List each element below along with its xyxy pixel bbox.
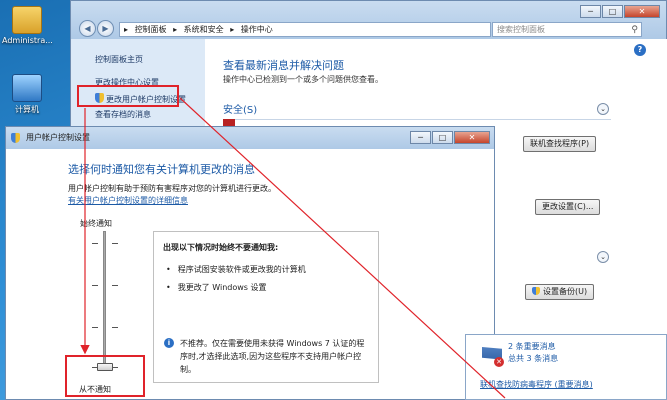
setup-backup-button[interactable]: 设置备份(U): [525, 284, 595, 300]
highlight-box: [77, 85, 179, 107]
total-message-count[interactable]: 总共 3 条消息: [508, 353, 558, 364]
close-button[interactable]: ✕: [454, 131, 490, 144]
slider-tick: [112, 243, 118, 244]
level-bullet: 程序试图安装软件或更改我的计算机: [166, 264, 306, 275]
section-security-header[interactable]: 安全(S): [223, 101, 611, 120]
find-program-online-button[interactable]: 联机查找程序(P): [523, 136, 597, 152]
caption-buttons: ─ □ ✕: [579, 5, 660, 18]
back-button[interactable]: ◀: [79, 20, 96, 37]
breadcrumb-arrow: ▸: [173, 25, 178, 34]
breadcrumb-arrow: ▸: [124, 25, 129, 34]
slider-tick: [92, 243, 98, 244]
level-bullet: 我更改了 Windows 设置: [166, 282, 267, 293]
search-input[interactable]: 搜索控制面板 ⚲: [492, 22, 642, 37]
desktop-icon-computer[interactable]: 计算机: [2, 74, 52, 115]
search-icon[interactable]: ⚲: [631, 24, 638, 37]
page-subtitle: 操作中心已检测到一个或多个问题供您查看。: [223, 75, 383, 84]
user-folder-icon: [12, 6, 42, 34]
highlight-box: [65, 355, 145, 397]
breadcrumb-arrow: ▸: [230, 25, 235, 34]
desktop-icon-label: 计算机: [15, 105, 39, 114]
forward-button[interactable]: ▶: [97, 20, 114, 37]
setup-backup-label: 设置备份(U): [543, 287, 588, 296]
title-bar: ─ □ ✕ ◀ ▶ ▸ 控制面板 ▸ 系统和安全 ▸ 操作中心 搜索控制面板 ⚲: [71, 1, 666, 39]
action-center-notification[interactable]: ✕ 2 条重要消息 总共 3 条消息 联机查找防病毒程序 (重要消息): [465, 334, 667, 400]
close-button[interactable]: ✕: [624, 5, 660, 18]
shield-icon: [532, 287, 540, 295]
desktop-icon-admin[interactable]: Administra...: [2, 6, 53, 45]
uac-settings-window: 用户帐户控制设置 ─ □ ✕ 选择何时通知您有关计算机更改的消息 用户帐户控制有…: [5, 126, 495, 400]
slider-label-always: 始终通知: [80, 219, 112, 228]
uac-heading: 选择何时通知您有关计算机更改的消息: [68, 163, 255, 176]
change-settings-button[interactable]: 更改设置(C)...: [535, 199, 601, 215]
maximize-button[interactable]: □: [432, 131, 453, 144]
sidebar-item-archived-messages[interactable]: 查看存档的消息: [95, 109, 151, 120]
search-placeholder: 搜索控制面板: [497, 25, 545, 34]
slider-tick: [112, 327, 118, 328]
breadcrumb-control-panel[interactable]: 控制面板: [135, 25, 167, 34]
page-title: 查看最新消息并解决问题: [223, 59, 344, 72]
chevron-down-icon[interactable]: ⌄: [597, 251, 609, 263]
info-icon: i: [164, 338, 174, 348]
uac-window-title: 用户帐户控制设置: [26, 133, 90, 142]
uac-details-link[interactable]: 有关用户帐户控制设置的详细信息: [68, 195, 188, 206]
minimize-button[interactable]: ─: [410, 131, 431, 144]
level-description-box: 出现以下情况时始终不要通知我: 程序试图安装软件或更改我的计算机 我更改了 Wi…: [153, 231, 379, 383]
uac-title-bar: 用户帐户控制设置 ─ □ ✕: [6, 127, 494, 149]
error-badge-icon: ✕: [494, 357, 504, 367]
slider-tick: [92, 285, 98, 286]
help-icon[interactable]: ?: [634, 44, 646, 56]
caption-buttons: ─ □ ✕: [409, 131, 490, 144]
important-message-count[interactable]: 2 条重要消息: [508, 341, 556, 352]
breadcrumb-action-center[interactable]: 操作中心: [241, 25, 273, 34]
desktop-icon-label: Administra...: [2, 36, 53, 45]
maximize-button[interactable]: □: [602, 5, 623, 18]
find-antivirus-link[interactable]: 联机查找防病毒程序 (重要消息): [480, 379, 593, 390]
sidebar-item-home[interactable]: 控制面板主页: [95, 54, 143, 65]
level-description-title: 出现以下情况时始终不要通知我:: [163, 243, 279, 252]
shield-icon: [11, 133, 20, 143]
uac-slider-track[interactable]: [103, 231, 106, 371]
minimize-button[interactable]: ─: [580, 5, 601, 18]
address-bar[interactable]: ▸ 控制面板 ▸ 系统和安全 ▸ 操作中心: [119, 22, 491, 37]
breadcrumb-system-security[interactable]: 系统和安全: [184, 25, 224, 34]
computer-icon: [12, 74, 42, 102]
chevron-down-icon[interactable]: ⌄: [597, 103, 609, 115]
slider-tick: [92, 327, 98, 328]
level-note: 不推荐。仅在需要使用未获得 Windows 7 认证的程序时,才选择此选项,因为…: [180, 339, 365, 374]
slider-tick: [112, 285, 118, 286]
uac-description: 用户帐户控制有助于预防有害程序对您的计算机进行更改。: [68, 184, 276, 193]
